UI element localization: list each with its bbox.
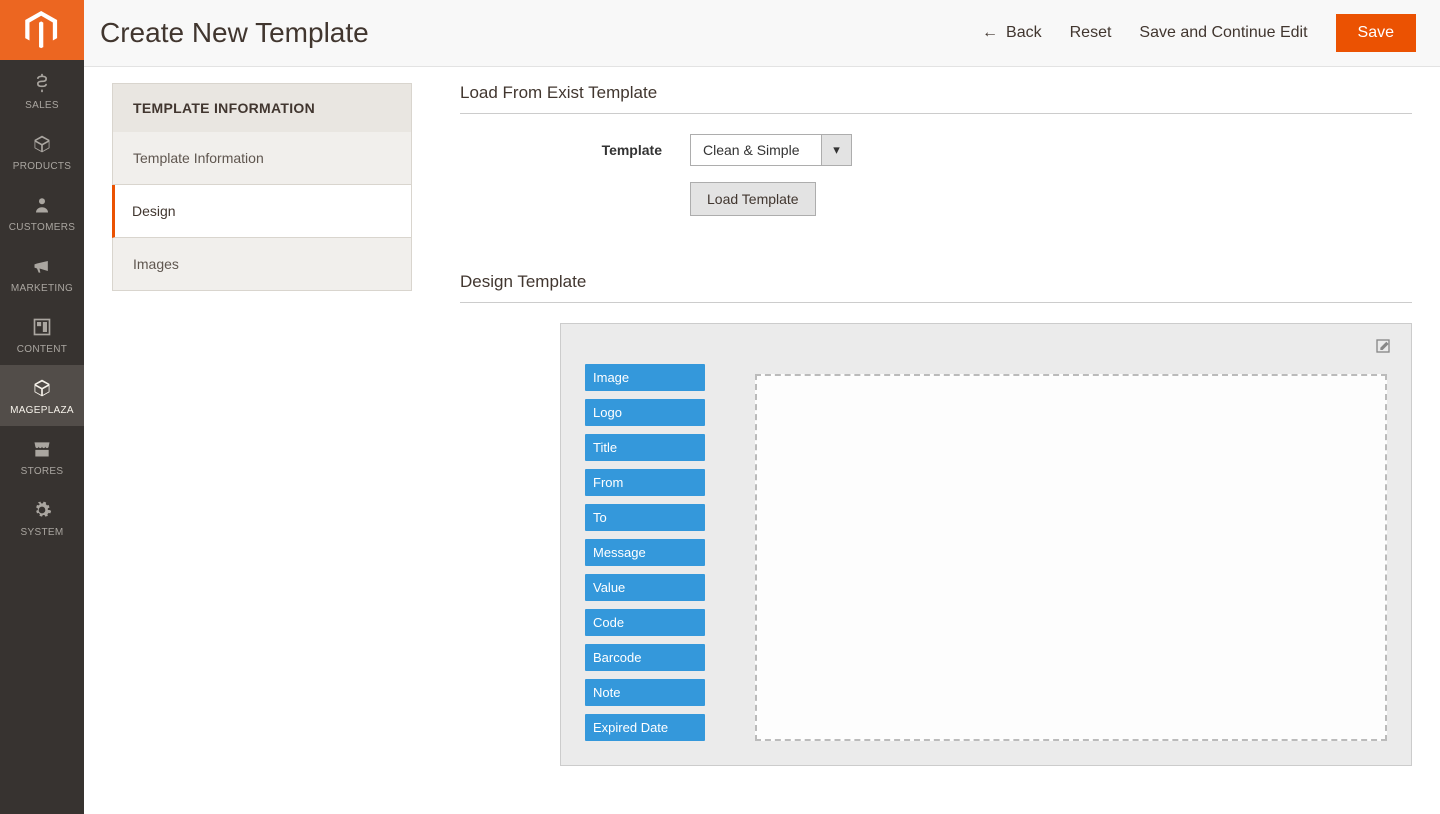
field-chip-code[interactable]: Code <box>585 609 705 636</box>
section-title: Design Template <box>460 272 1412 303</box>
tab-images[interactable]: Images <box>112 238 412 291</box>
tab-template-information[interactable]: Template Information <box>112 132 412 185</box>
tabs-header: TEMPLATE INFORMATION <box>112 83 412 132</box>
field-chip-logo[interactable]: Logo <box>585 399 705 426</box>
template-drop-zone[interactable] <box>755 374 1387 741</box>
template-label: Template <box>460 142 690 158</box>
chevron-down-icon: ▾ <box>821 135 851 165</box>
sidebar-item-system[interactable]: SYSTEM <box>0 487 84 548</box>
gear-icon <box>31 499 53 521</box>
sidebar-item-sales[interactable]: SALES <box>0 60 84 121</box>
load-template-section: Load From Exist Template Template Clean … <box>460 83 1412 216</box>
sidebar-item-stores[interactable]: STORES <box>0 426 84 487</box>
field-chip-value[interactable]: Value <box>585 574 705 601</box>
field-chip-image[interactable]: Image <box>585 364 705 391</box>
field-chip-message[interactable]: Message <box>585 539 705 566</box>
sidebar-item-customers[interactable]: CUSTOMERS <box>0 182 84 243</box>
design-template-section: Design Template Image Logo Title From To… <box>460 272 1412 766</box>
template-select[interactable]: Clean & Simple ▾ <box>690 134 852 166</box>
dollar-icon <box>31 72 53 94</box>
store-icon <box>31 438 53 460</box>
reset-button[interactable]: Reset <box>1070 24 1112 42</box>
field-chip-note[interactable]: Note <box>585 679 705 706</box>
field-chip-to[interactable]: To <box>585 504 705 531</box>
arrow-left-icon: ← <box>982 24 998 42</box>
sidebar-item-mageplaza[interactable]: MAGEPLAZA <box>0 365 84 426</box>
page-title: Create New Template <box>100 17 369 49</box>
field-chip-barcode[interactable]: Barcode <box>585 644 705 671</box>
header-actions: ← Back Reset Save and Continue Edit Save <box>982 14 1416 52</box>
load-template-button[interactable]: Load Template <box>690 182 816 216</box>
design-canvas: Image Logo Title From To Message Value C… <box>560 323 1412 766</box>
save-continue-button[interactable]: Save and Continue Edit <box>1139 24 1307 42</box>
sidebar-item-marketing[interactable]: MARKETING <box>0 243 84 304</box>
person-icon <box>31 194 53 216</box>
fields-palette: Image Logo Title From To Message Value C… <box>585 348 705 741</box>
back-button[interactable]: ← Back <box>982 24 1042 42</box>
tab-design[interactable]: Design <box>112 185 412 238</box>
box-icon <box>31 133 53 155</box>
tabs-panel: TEMPLATE INFORMATION Template Informatio… <box>112 83 412 766</box>
field-chip-expired-date[interactable]: Expired Date <box>585 714 705 741</box>
megaphone-icon <box>31 255 53 277</box>
magento-logo[interactable] <box>0 0 84 60</box>
box-icon <box>31 377 53 399</box>
sidebar-item-products[interactable]: PRODUCTS <box>0 121 84 182</box>
edit-icon[interactable] <box>1375 338 1391 357</box>
field-chip-from[interactable]: From <box>585 469 705 496</box>
admin-sidebar: SALES PRODUCTS CUSTOMERS MARKETING CONTE… <box>0 0 84 814</box>
save-button[interactable]: Save <box>1336 14 1416 52</box>
sidebar-item-content[interactable]: CONTENT <box>0 304 84 365</box>
section-title: Load From Exist Template <box>460 83 1412 114</box>
page-header: Create New Template ← Back Reset Save an… <box>84 0 1440 67</box>
field-chip-title[interactable]: Title <box>585 434 705 461</box>
layout-icon <box>31 316 53 338</box>
